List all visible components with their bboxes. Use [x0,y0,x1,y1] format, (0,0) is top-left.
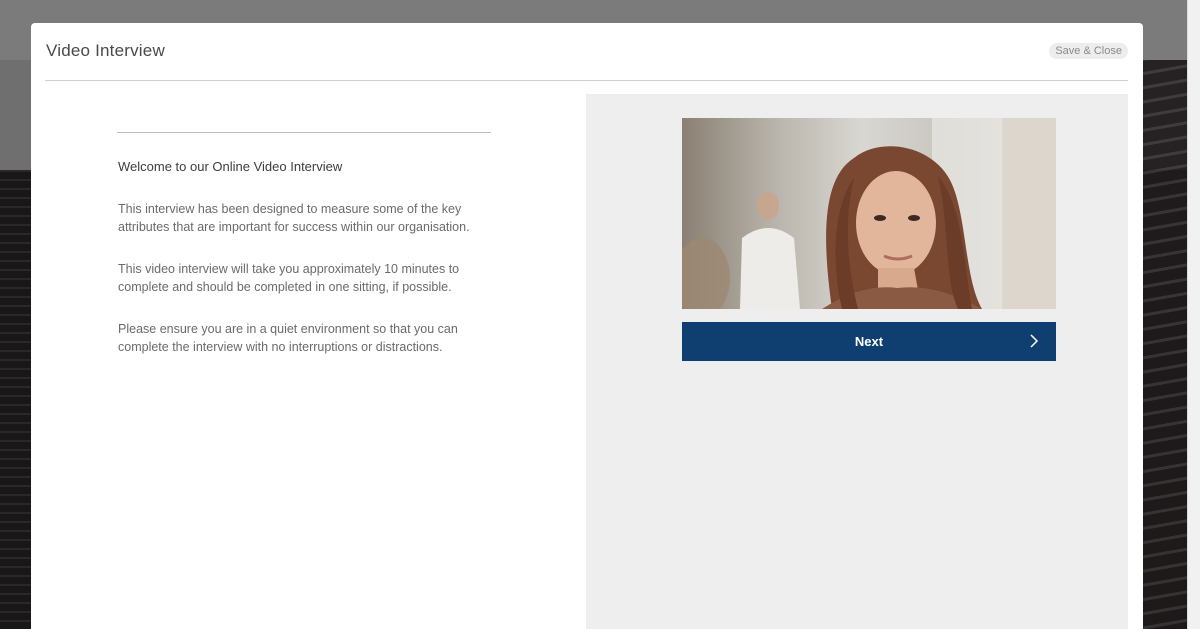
page-scrollbar[interactable] [1187,0,1200,629]
header-divider [45,80,1128,81]
modal-title: Video Interview [46,41,165,60]
next-button-label: Next [854,334,884,349]
intro-paragraph: This interview has been designed to meas… [118,202,470,234]
intro-heading: Welcome to our Online Video Interview [118,159,343,174]
chevron-right-icon [1030,334,1039,348]
intro-column: Welcome to our Online Video Interview Th… [31,95,586,629]
background-texture-left [0,170,31,629]
portrait-illustration [682,118,1056,309]
intro-rule [117,132,491,133]
save-close-button[interactable]: Save & Close [1049,43,1128,59]
next-button[interactable]: Next [682,322,1056,361]
intro-paragraph: Please ensure you are in a quiet environ… [118,322,458,354]
intro-paragraph: This video interview will take you appro… [118,262,460,294]
candidate-portrait-image [682,118,1056,309]
media-panel: Next [586,94,1128,629]
video-interview-modal: Video Interview Save & Close Welcome to … [31,23,1143,629]
